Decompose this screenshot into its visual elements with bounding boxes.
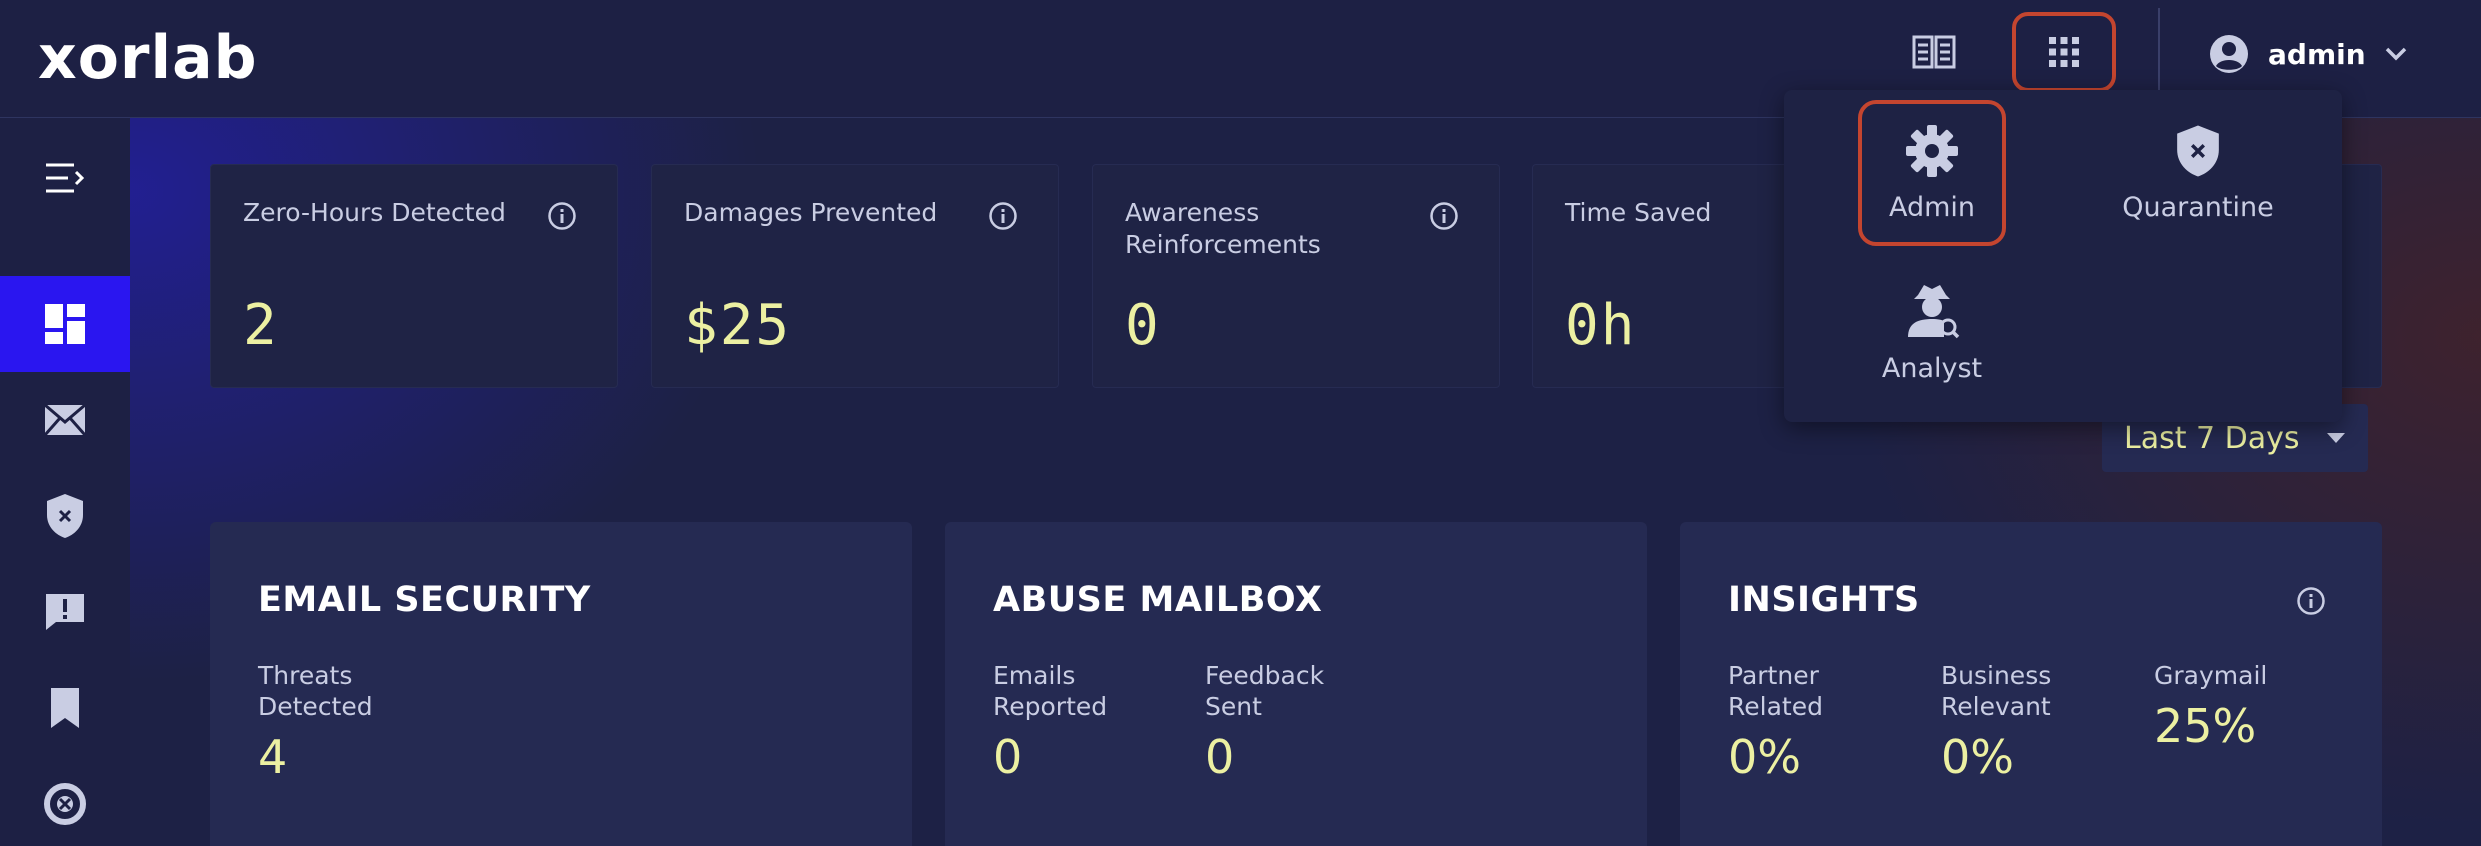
shield-x-icon — [2177, 125, 2219, 176]
apps-menu-label: Analyst — [1881, 352, 1983, 384]
sidebar-item-dashboard[interactable] — [0, 276, 130, 372]
metric-label: Feedback Sent — [1205, 661, 1325, 721]
metric-value: 0% — [1941, 730, 2014, 784]
stat-value: 0 — [1125, 293, 1161, 358]
sidebar-item-mail[interactable] — [0, 372, 130, 468]
metric-label: Emails Reported — [993, 661, 1108, 721]
shield-x-icon — [47, 494, 83, 538]
apps-menu-item-quarantine[interactable]: Quarantine — [2108, 100, 2288, 246]
stat-value: 0h — [1565, 293, 1637, 358]
caret-down-icon — [2327, 433, 2345, 443]
sidebar-item-support[interactable] — [0, 756, 130, 846]
info-icon[interactable] — [1429, 201, 1459, 231]
section-title: ABUSE MAILBOX — [993, 580, 1323, 620]
stat-value: $25 — [684, 293, 792, 358]
metric-label: Business Relevant — [1941, 661, 2052, 721]
stat-card-awareness: Awareness Reinforcements 0 — [1092, 164, 1500, 388]
stat-label: Awareness Reinforcements — [1125, 198, 1321, 259]
metric-graymail[interactable]: Graymail 25% — [2154, 660, 2354, 753]
logo[interactable]: xorlab — [38, 18, 258, 98]
user-name: admin — [2268, 37, 2366, 71]
metric-label: Threats Detected — [258, 661, 373, 721]
sidebar-item-reports[interactable] — [0, 564, 130, 660]
metric-threats-detected[interactable]: Threats Detected 4 — [258, 660, 458, 784]
metric-value: 25% — [2154, 699, 2257, 753]
mail-icon — [44, 404, 86, 436]
metric-value: 0 — [993, 730, 1023, 784]
lifebuoy-icon — [44, 783, 86, 825]
apps-menu-button[interactable] — [2012, 12, 2116, 92]
sidebar-item-quarantine[interactable] — [0, 468, 130, 564]
info-icon[interactable] — [547, 201, 577, 231]
docs-button[interactable] — [1882, 12, 1986, 92]
menu-collapse-icon — [46, 163, 85, 193]
apps-menu-label: Admin — [1888, 191, 1976, 223]
apps-menu-item-admin[interactable]: Admin — [1858, 100, 2006, 246]
top-bar-divider — [2158, 8, 2160, 90]
section-email-security: EMAIL SECURITY Threats Detected 4 — [210, 522, 912, 846]
section-title: INSIGHTS — [1728, 580, 1920, 620]
analyst-icon — [1908, 284, 1960, 338]
apps-menu-item-analyst[interactable]: Analyst — [1858, 260, 2006, 406]
sidebar-item-bookmarks[interactable] — [0, 660, 130, 756]
dashboard-icon — [45, 304, 85, 344]
section-title: EMAIL SECURITY — [258, 580, 591, 620]
metric-feedback-sent[interactable]: Feedback Sent 0 — [1205, 660, 1405, 784]
sidebar — [0, 118, 130, 846]
section-abuse-mailbox: ABUSE MAILBOX Emails Reported 0 Feedback… — [945, 522, 1647, 846]
apps-menu-dropdown: Admin Quarantine Analyst — [1784, 90, 2342, 422]
metric-value: 0% — [1728, 730, 1801, 784]
time-range-value: Last 7 Days — [2124, 420, 2300, 456]
metric-partner-related[interactable]: Partner Related 0% — [1728, 660, 1928, 784]
metric-value: 4 — [258, 730, 288, 784]
book-open-icon — [1912, 35, 1956, 69]
metric-label: Partner Related — [1728, 661, 1823, 721]
chevron-down-icon — [2385, 47, 2406, 61]
stat-value: 2 — [243, 293, 279, 358]
sidebar-toggle[interactable] — [0, 130, 130, 226]
section-insights: INSIGHTS Partner Related 0% Business Rel… — [1680, 522, 2382, 846]
info-icon[interactable] — [2296, 586, 2326, 616]
info-icon[interactable] — [988, 201, 1018, 231]
metric-value: 0 — [1205, 730, 1235, 784]
stat-label: Zero-Hours Detected — [243, 198, 506, 227]
stat-card-zero-hours: Zero-Hours Detected 2 — [210, 164, 618, 388]
chat-alert-icon — [46, 594, 84, 630]
apps-menu-label: Quarantine — [2122, 191, 2274, 223]
apps-grid-icon — [2049, 37, 2079, 67]
bookmark-icon — [51, 688, 79, 728]
metric-business-relevant[interactable]: Business Relevant 0% — [1941, 660, 2141, 784]
user-circle-icon — [2210, 35, 2248, 73]
stat-label: Damages Prevented — [684, 198, 938, 227]
metric-emails-reported[interactable]: Emails Reported 0 — [993, 660, 1193, 784]
metric-label: Graymail — [2154, 661, 2268, 690]
stat-card-damages-prevented: Damages Prevented $25 — [651, 164, 1059, 388]
gear-icon — [1906, 124, 1958, 177]
user-menu[interactable]: admin — [2208, 24, 2408, 84]
